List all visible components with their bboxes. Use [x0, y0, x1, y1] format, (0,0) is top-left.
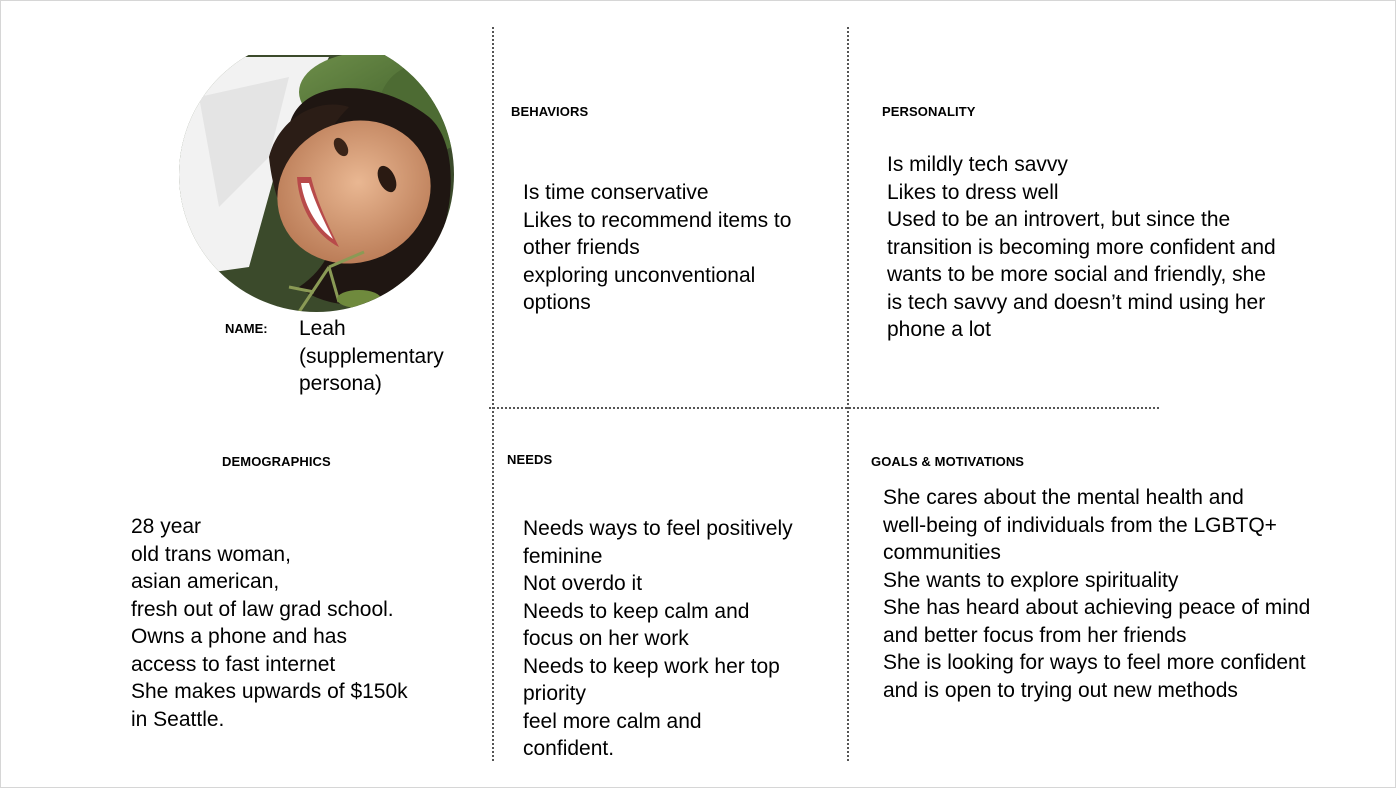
demographics-line: 28 year [131, 515, 202, 538]
persona-photo-image [179, 55, 454, 312]
needs-line: confident. [523, 737, 615, 760]
demographics-list: 28 year old trans woman, asian american,… [131, 513, 408, 733]
demographics-line: in Seattle. [131, 707, 225, 731]
demographics-line: access to fast internet [131, 652, 336, 676]
behaviors-line: Likes to recommend items to [523, 208, 792, 232]
needs-heading: NEEDS [507, 452, 553, 467]
personality-line: wants to be more social and friendly, sh… [887, 263, 1266, 286]
behaviors-line: options [523, 291, 591, 314]
divider-vertical-right [847, 27, 849, 761]
goals-heading: GOALS & MOTIVATIONS [871, 454, 1025, 469]
demographics-line: asian american, [131, 570, 280, 593]
name-line: persona) [299, 372, 382, 395]
personality-line: phone a lot [887, 318, 991, 341]
behaviors-line: exploring unconventional [523, 263, 756, 287]
goals-line: She wants to explore spirituality [883, 568, 1179, 592]
demographics-line: fresh out of law grad school. [131, 597, 394, 621]
personality-heading: PERSONALITY [882, 104, 976, 119]
name-label: NAME: [225, 321, 268, 336]
behaviors-list: Is time conservative Likes to recommend … [523, 179, 791, 317]
behaviors-line: Is time conservative [523, 181, 709, 204]
goals-line: She cares about the mental health and [883, 486, 1244, 509]
needs-line: priority [523, 682, 587, 705]
personality-line: Is mildly tech savvy [887, 153, 1068, 176]
needs-line: feminine [523, 544, 603, 568]
needs-line: Needs to keep calm and [523, 599, 750, 623]
needs-line: Needs to keep work her top [523, 654, 780, 678]
divider-horizontal [489, 407, 1159, 409]
behaviors-heading: BEHAVIORS [511, 104, 589, 119]
goals-line: communities [883, 541, 1001, 564]
name-line: Leah [299, 317, 346, 340]
personality-line: Likes to dress well [887, 180, 1059, 204]
demographics-line: She makes upwards of $150k [131, 680, 408, 703]
personality-line: Used to be an introvert, but since the [887, 208, 1231, 231]
needs-list: Needs ways to feel positively feminine N… [523, 515, 793, 763]
goals-line: She is looking for ways to feel more con… [883, 651, 1306, 674]
persona-slide: NAME: Leah (supplementary persona) BEHAV… [0, 0, 1396, 788]
personality-line: transition is becoming more confident an… [887, 235, 1276, 259]
needs-line: focus on her work [523, 627, 689, 650]
personality-line: is tech savvy and doesn’t mind using her [887, 290, 1266, 314]
divider-vertical-left [492, 27, 494, 761]
personality-list: Is mildly tech savvy Likes to dress well… [887, 151, 1276, 344]
demographics-heading: DEMOGRAPHICS [222, 454, 331, 469]
persona-name: Leah (supplementary persona) [299, 315, 444, 398]
goals-line: She has heard about achieving peace of m… [883, 596, 1311, 619]
goals-line: and better focus from her friends [883, 623, 1187, 647]
name-line: (supplementary [299, 344, 444, 368]
persona-photo [179, 55, 454, 312]
needs-line: Needs ways to feel positively [523, 517, 793, 540]
behaviors-line: other friends [523, 236, 640, 259]
goals-line: well-being of individuals from the LGBTQ… [883, 513, 1277, 537]
demographics-line: old trans woman, [131, 542, 291, 566]
needs-line: Not overdo it [523, 572, 643, 595]
goals-list: She cares about the mental health and we… [883, 484, 1310, 704]
needs-line: feel more calm and [523, 709, 702, 733]
demographics-line: Owns a phone and has [131, 625, 347, 648]
goals-line: and is open to trying out new methods [883, 678, 1238, 702]
